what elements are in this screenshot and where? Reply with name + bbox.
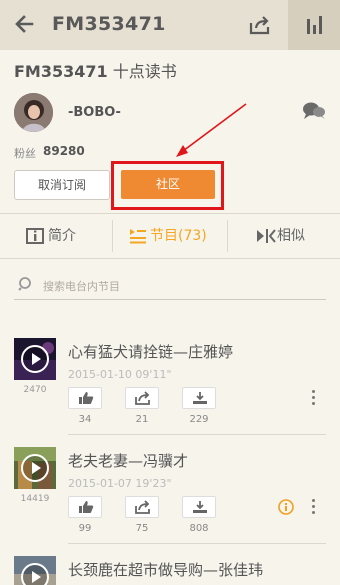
back-arrow-icon[interactable] (12, 12, 36, 36)
play-count: 2470 (23, 385, 47, 395)
divider (68, 434, 326, 435)
list-item[interactable]: 2470 心有猛犬请拴链—庄雅婷 2015-01-10 09'11" 34 21… (0, 338, 340, 438)
share-icon (135, 500, 150, 514)
share-count: 75 (135, 523, 149, 534)
more-options-icon[interactable] (309, 499, 317, 517)
share-button[interactable] (125, 387, 159, 409)
like-button[interactable] (68, 387, 102, 409)
play-icon[interactable] (21, 454, 49, 482)
tab-divider (112, 220, 113, 252)
download-icon (193, 392, 207, 404)
list-item[interactable]: 14419 老夫老妻—冯骥才 2015-01-07 19'23" 99 75 8… (0, 447, 340, 547)
tab-intro-label: 简介 (48, 228, 76, 244)
program-thumbnail[interactable] (14, 338, 56, 380)
thumbs-up-icon (79, 392, 94, 404)
station-title: FM353471 十点读书 (14, 58, 177, 82)
owner-name[interactable]: -BOBO- (68, 105, 121, 120)
search-bar[interactable]: 搜索电台内节目 (14, 272, 326, 300)
like-button[interactable] (68, 496, 102, 518)
tab-programs-label: 节目(73) (150, 228, 207, 244)
like-count: 34 (78, 414, 92, 425)
download-button[interactable] (182, 387, 216, 409)
highlight-box (111, 161, 224, 210)
tab-bar: 简介 节目(73) 相似 (0, 213, 340, 259)
program-date: 2015-01-10 09'11" (68, 368, 172, 381)
thumbs-up-icon (79, 501, 94, 513)
unsubscribe-button[interactable]: 取消订阅 (14, 170, 110, 200)
share-button[interactable] (125, 496, 159, 518)
program-title[interactable]: 长颈鹿在超市做导购—张佳玮 (68, 559, 263, 580)
share-icon (135, 391, 150, 405)
fans-count: 89280 (43, 144, 85, 158)
search-input[interactable]: 搜索电台内节目 (43, 278, 120, 294)
divider (68, 543, 326, 544)
bar-chart-icon (307, 16, 322, 34)
avatar-image (14, 93, 53, 132)
like-count: 99 (78, 523, 92, 534)
list-icon (130, 229, 146, 244)
program-title[interactable]: 心有猛犬请拴链—庄雅婷 (68, 341, 233, 362)
program-title[interactable]: 老夫老妻—冯骥才 (68, 450, 188, 471)
fans-label: 粉丝 (14, 147, 36, 160)
play-count: 14419 (20, 494, 50, 504)
program-thumbnail[interactable] (14, 556, 56, 585)
chat-icon[interactable] (302, 101, 326, 121)
play-icon[interactable] (21, 563, 49, 585)
share-count: 21 (135, 414, 149, 425)
tab-divider (227, 220, 228, 252)
download-count: 229 (189, 414, 209, 425)
list-item[interactable]: 长颈鹿在超市做导购—张佳玮 (0, 556, 340, 585)
play-icon[interactable] (21, 345, 49, 373)
search-icon (18, 277, 31, 291)
program-thumbnail[interactable] (14, 447, 56, 489)
download-count: 808 (189, 523, 209, 534)
stats-button[interactable] (288, 0, 340, 50)
tab-similar-label: 相似 (277, 228, 305, 244)
download-icon (193, 501, 207, 513)
similar-icon (257, 229, 276, 243)
page-title: FM353471 (52, 13, 166, 35)
download-button[interactable] (182, 496, 216, 518)
station-code: FM353471 (14, 62, 108, 81)
station-name: 十点读书 (112, 62, 177, 81)
info-warning-icon[interactable] (278, 499, 294, 515)
top-bar: FM353471 (0, 0, 340, 50)
share-icon[interactable] (248, 13, 272, 37)
program-date: 2015-01-07 19'23" (68, 477, 172, 490)
more-options-icon[interactable] (309, 390, 317, 408)
avatar[interactable] (14, 93, 53, 132)
info-icon (26, 228, 44, 244)
